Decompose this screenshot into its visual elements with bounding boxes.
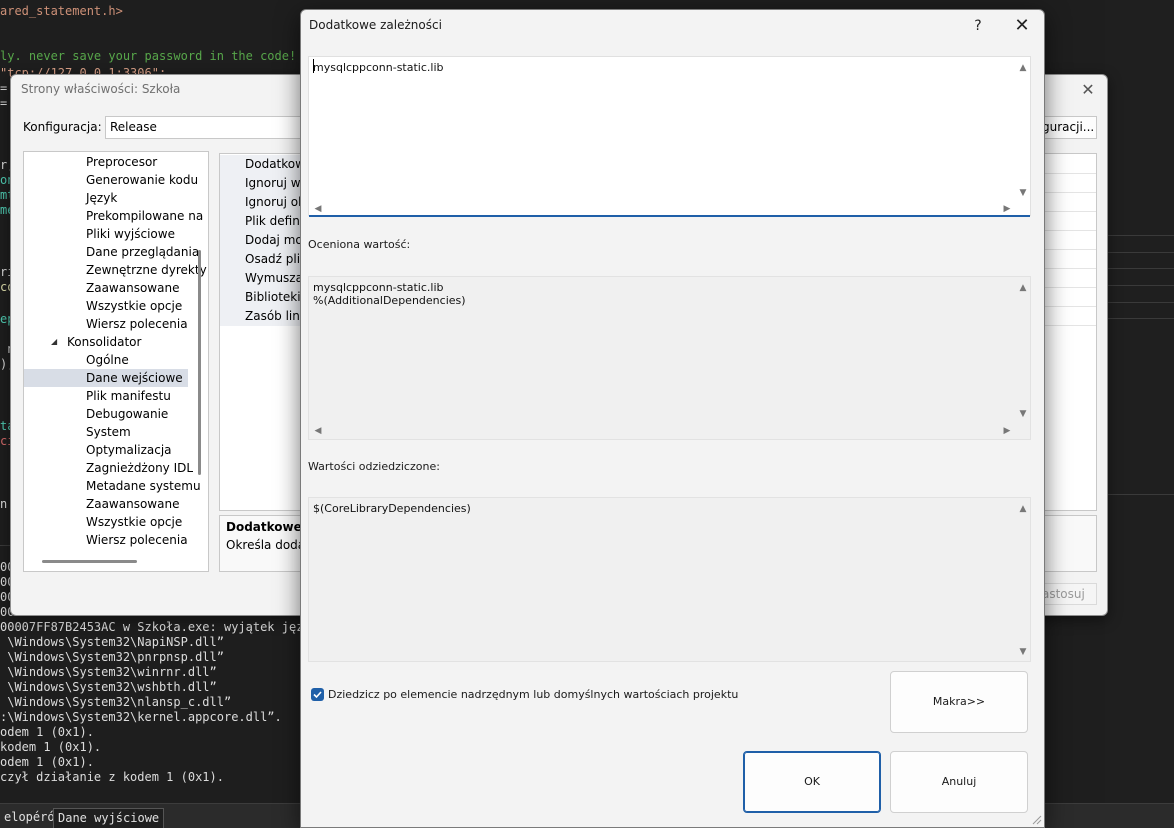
tree-item-input-selected[interactable]: Dane wejściowe bbox=[24, 369, 188, 387]
grid-row-name[interactable]: Ignoruj ok bbox=[220, 193, 306, 212]
tree-item[interactable]: Metadane systemu bbox=[86, 477, 201, 495]
grid-row-name[interactable]: Wymuszaj bbox=[220, 269, 306, 288]
grid-row-name[interactable]: Plik definic bbox=[220, 212, 306, 231]
close-icon: ✕ bbox=[1081, 80, 1095, 99]
apply-button[interactable]: astosuj bbox=[1041, 583, 1097, 605]
help-icon: ? bbox=[974, 18, 982, 34]
output-line: odem 1 (0x1). bbox=[0, 725, 94, 739]
output-line: odem 1 (0x1). bbox=[0, 755, 94, 769]
configuration-label: Konfiguracja: bbox=[23, 120, 102, 134]
scroll-up-icon[interactable]: ▲ bbox=[1017, 503, 1029, 515]
tree-item[interactable]: Optymalizacja bbox=[86, 441, 172, 459]
tree-item[interactable]: Zewnętrzne dyrekty bbox=[86, 261, 207, 279]
output-line: kodem 1 (0x1). bbox=[0, 740, 102, 754]
macros-button[interactable]: Makra>> bbox=[890, 671, 1028, 733]
output-line: :\Windows\System32\kernel.appcore.dll”. bbox=[0, 710, 282, 724]
evaluated-value-label: Oceniona wartość: bbox=[308, 238, 411, 251]
evaluated-value-box: mysqlcppconn-static.lib %(AdditionalDepe… bbox=[308, 276, 1031, 440]
tree-item[interactable]: Preprocesor bbox=[86, 153, 157, 171]
tree-horizontal-scrollbar[interactable] bbox=[42, 560, 137, 563]
expand-arrow-icon[interactable]: ◢ bbox=[51, 333, 57, 351]
output-line: \Windows\System32\wshbth.dll” bbox=[0, 680, 217, 694]
ok-button[interactable]: OK bbox=[743, 751, 881, 813]
scroll-up-icon[interactable]: ▲ bbox=[1017, 282, 1029, 294]
output-line: \Windows\System32\nlansp_c.dll” bbox=[0, 695, 232, 709]
background-right-panel bbox=[1105, 0, 1174, 828]
tree-item[interactable]: Plik manifestu bbox=[86, 387, 171, 405]
tree-item[interactable]: Generowanie kodu bbox=[86, 171, 198, 189]
help-button[interactable]: ? bbox=[965, 13, 991, 39]
grid-row-name[interactable]: Dodaj mod bbox=[220, 231, 306, 250]
cancel-button[interactable]: Anuluj bbox=[890, 751, 1028, 813]
property-pages-close-button[interactable]: ✕ bbox=[1077, 79, 1099, 101]
code-line: ly. never save your password in the code… bbox=[0, 49, 297, 63]
tree-item[interactable]: Zaawansowane bbox=[86, 495, 179, 513]
scroll-down-icon[interactable]: ▼ bbox=[1017, 408, 1029, 420]
output-line: \Windows\System32\NapiNSP.dll” bbox=[0, 635, 224, 649]
output-line: czył działanie z kodem 1 (0x1). bbox=[0, 770, 224, 784]
tree-item[interactable]: Prekompilowane na bbox=[86, 207, 203, 225]
tree-item[interactable]: Zagnieżdżony IDL bbox=[86, 459, 193, 477]
scroll-down-icon[interactable]: ▼ bbox=[1017, 646, 1029, 658]
dependencies-input[interactable] bbox=[313, 61, 1008, 195]
grid-row-name[interactable]: Zasób link bbox=[220, 307, 306, 326]
evaluated-value-text: mysqlcppconn-static.lib %(AdditionalDepe… bbox=[313, 281, 466, 307]
code-line: ared_statement.h> bbox=[0, 4, 123, 18]
code-line: = bbox=[0, 96, 8, 110]
inherit-checkbox[interactable] bbox=[311, 688, 324, 701]
tree-item[interactable]: Debugowanie bbox=[86, 405, 168, 423]
tree-item[interactable]: Wiersz polecenia bbox=[86, 531, 188, 549]
grid-row-name[interactable]: Osadź plik bbox=[220, 250, 306, 269]
tree-item[interactable]: Wiersz polecenia bbox=[86, 315, 188, 333]
inherit-checkbox-label[interactable]: Dziedzicz po elemencie nadrzędnym lub do… bbox=[328, 688, 738, 701]
dialog-close-button[interactable]: ✕ bbox=[1008, 13, 1036, 39]
scroll-right-icon[interactable]: ▶ bbox=[1001, 425, 1013, 437]
tree-item[interactable]: Ogólne bbox=[86, 351, 129, 369]
tree-item[interactable]: Wszystkie opcje bbox=[86, 513, 182, 531]
scroll-up-icon[interactable]: ▲ bbox=[1017, 62, 1029, 74]
grid-row-name[interactable]: Ignoruj ws bbox=[220, 174, 306, 193]
tree-item[interactable]: Dane przeglądania bbox=[86, 243, 199, 261]
scroll-left-icon[interactable]: ◀ bbox=[312, 425, 324, 437]
tree-item[interactable]: System bbox=[86, 423, 131, 441]
code-line: = bbox=[0, 81, 8, 95]
resize-grip-icon[interactable] bbox=[1030, 813, 1042, 825]
output-line: \Windows\System32\pnrpnsp.dll” bbox=[0, 650, 224, 664]
additional-dependencies-dialog: Dodatkowe zależności ? ✕ ▲ ▼ ◀ ▶ Ocenion… bbox=[300, 9, 1045, 828]
close-icon: ✕ bbox=[1014, 15, 1030, 36]
tree-item-linker[interactable]: Konsolidator bbox=[67, 333, 141, 351]
text-caret bbox=[313, 59, 314, 73]
focus-underline bbox=[309, 215, 1030, 217]
tree-item[interactable]: Język bbox=[86, 189, 117, 207]
output-line: \Windows\System32\winrnr.dll” bbox=[0, 665, 217, 679]
inherited-values-box: $(CoreLibraryDependencies) ▲ ▼ bbox=[308, 497, 1031, 662]
grid-row-name[interactable]: Dodatkowe bbox=[220, 155, 306, 174]
tree-item[interactable]: Wszystkie opcje bbox=[86, 297, 182, 315]
tab-output[interactable]: Dane wyjściowe bbox=[53, 808, 165, 828]
property-tree: Preprocesor Generowanie kodu Język Preko… bbox=[23, 151, 209, 572]
scroll-left-icon[interactable]: ◀ bbox=[312, 203, 324, 215]
configuration-manager-button[interactable]: guracji... bbox=[1041, 116, 1097, 139]
scroll-right-icon[interactable]: ▶ bbox=[1001, 203, 1013, 215]
output-line: 00007FF87B2453AC w Szkoła.exe: wyjątek j… bbox=[0, 620, 340, 634]
inherited-values-text: $(CoreLibraryDependencies) bbox=[313, 502, 471, 515]
property-pages-title: Strony właściwości: Szkoła bbox=[21, 82, 181, 96]
tree-item[interactable]: Pliki wyjściowe bbox=[86, 225, 175, 243]
dependencies-editor: ▲ ▼ ◀ ▶ bbox=[308, 56, 1031, 217]
tree-vertical-scrollbar[interactable] bbox=[198, 250, 201, 475]
inherited-values-label: Wartości odziedziczone: bbox=[308, 460, 440, 473]
configuration-combo[interactable]: Release bbox=[105, 116, 315, 139]
grid-row-name[interactable]: Biblioteki D bbox=[220, 288, 306, 307]
dialog-title: Dodatkowe zależności bbox=[309, 18, 442, 32]
tree-item[interactable]: Zaawansowane bbox=[86, 279, 179, 297]
scroll-down-icon[interactable]: ▼ bbox=[1017, 187, 1029, 199]
checkmark-icon bbox=[313, 691, 322, 699]
